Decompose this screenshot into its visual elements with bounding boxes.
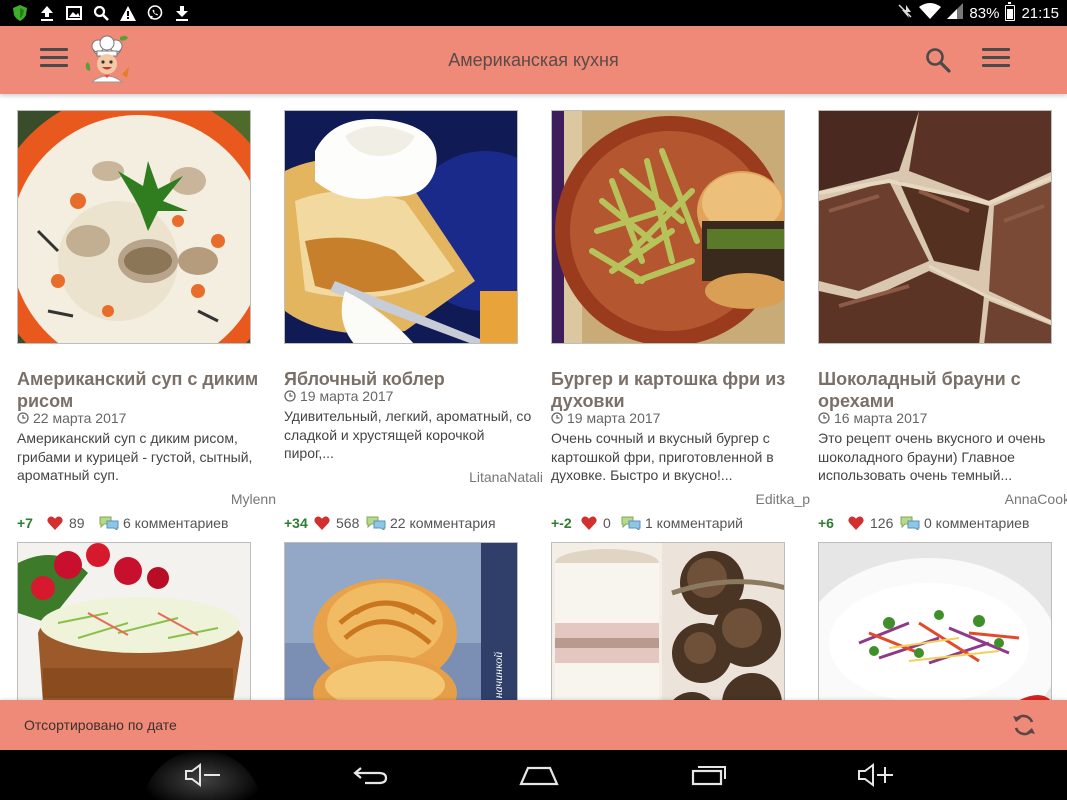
comments[interactable]: 22 комментария	[366, 515, 496, 531]
recipe-image[interactable]	[818, 110, 1052, 344]
likes-count: 0	[603, 515, 611, 531]
clock-icon	[818, 412, 830, 424]
comments[interactable]: 1 комментарий	[621, 515, 743, 531]
recipe-title[interactable]: Бургер и картошка фри из духовки	[551, 368, 801, 412]
recents-icon[interactable]	[689, 760, 729, 790]
photo-watermark: с шоколадной начинкой	[491, 543, 511, 700]
comments-count: 0 комментариев	[924, 515, 1030, 531]
recipe-image[interactable]	[17, 542, 251, 700]
recipe-title[interactable]: Американский суп с диким рисом	[17, 368, 267, 412]
sort-label: Отсортировано по дате	[24, 717, 177, 733]
recipe-description: Удивительный, легкий, ароматный, со слад…	[284, 408, 532, 461]
recipe-author[interactable]: Editka_p	[756, 491, 810, 507]
heart-icon	[47, 516, 63, 530]
recipe-image[interactable]	[551, 542, 785, 700]
clock: 21:15	[1021, 4, 1059, 22]
comments-icon	[99, 516, 119, 530]
recipe-description: Очень сочный и вкусный бургер с картошко…	[551, 430, 774, 483]
back-icon[interactable]	[350, 760, 390, 790]
comments-icon	[621, 516, 641, 530]
comments-icon	[900, 516, 920, 530]
recipe-stats: +34 568 22 комментария	[284, 514, 544, 532]
recipe-date: 19 марта 2017	[284, 388, 534, 404]
recipe-date-text: 16 марта 2017	[834, 410, 928, 426]
recipe-date: 22 марта 2017	[17, 410, 267, 426]
recipe-author[interactable]: Mylenn	[231, 491, 276, 507]
recipe-date-text: 22 марта 2017	[33, 410, 127, 426]
menu-icon[interactable]	[982, 48, 1010, 70]
search-icon	[93, 5, 109, 21]
comments[interactable]: 6 комментариев	[99, 515, 228, 531]
volume-up-icon[interactable]	[856, 760, 896, 790]
comments-count: 1 комментарий	[645, 515, 743, 531]
recipe-description: Это рецепт очень вкусного и очень шокола…	[818, 430, 1046, 483]
download-icon	[174, 5, 190, 21]
recipe-title[interactable]: Яблочный коблер	[284, 368, 534, 390]
wifi-icon	[919, 3, 942, 23]
recipe-stats: +6 126 0 комментариев	[818, 514, 1067, 532]
comments[interactable]: 0 комментариев	[900, 515, 1029, 531]
likes-count: 89	[69, 515, 85, 531]
recipe-image[interactable]	[17, 110, 251, 344]
comments-count: 6 комментариев	[123, 515, 229, 531]
upload-icon	[39, 5, 55, 21]
search-icon[interactable]	[924, 46, 952, 74]
recipe-date-text: 19 марта 2017	[300, 388, 394, 404]
recipe-date: 19 марта 2017	[551, 410, 801, 426]
clock-icon	[17, 412, 29, 424]
recipe-date: 16 марта 2017	[818, 410, 1067, 426]
recipe-rating: +-2	[551, 515, 572, 531]
recipe-image[interactable]	[284, 110, 518, 344]
comments-icon	[366, 516, 386, 530]
app-toolbar: Американская кухня	[0, 26, 1067, 94]
refresh-icon[interactable]	[1010, 711, 1038, 739]
battery-percent: 83%	[969, 4, 1000, 22]
recipe-image[interactable]	[551, 110, 785, 344]
clock-icon	[284, 390, 296, 402]
page-title: Американская кухня	[448, 50, 619, 70]
likes[interactable]: 126	[848, 515, 900, 531]
recipe-rating: +7	[17, 515, 33, 531]
battery-level	[1007, 9, 1014, 19]
mute-icon	[897, 3, 913, 23]
recipe-author[interactable]: LitanaNatali	[469, 469, 543, 485]
recipe-image[interactable]	[818, 542, 1052, 700]
recipe-stats: +-2 0 1 комментарий	[551, 514, 811, 532]
volume-down-icon[interactable]	[182, 760, 222, 790]
heart-icon	[581, 516, 597, 530]
likes[interactable]: 0	[581, 515, 621, 531]
comments-count: 22 комментария	[390, 515, 496, 531]
image-icon	[66, 5, 82, 21]
likes-count: 568	[336, 515, 360, 531]
clock-icon	[551, 412, 563, 424]
status-bar: 83% 21:15	[0, 0, 1067, 26]
recipe-stats: +7 89 6 комментариев	[17, 514, 277, 532]
likes[interactable]: 89	[47, 515, 99, 531]
signal-icon	[947, 3, 964, 23]
recipe-image[interactable]: с шоколадной начинкой	[284, 542, 518, 700]
viber-icon	[147, 5, 163, 21]
recipe-description: Американский суп с диким рисом, грибами …	[17, 430, 253, 483]
battery-icon	[1005, 2, 1016, 21]
shield-icon	[12, 5, 28, 21]
home-icon[interactable]	[519, 760, 559, 790]
likes-count: 126	[870, 515, 894, 531]
sort-bar: Отсортировано по дате	[0, 700, 1067, 750]
heart-icon	[314, 516, 330, 530]
recipe-grid: Американский суп с диким рисом 22 марта …	[0, 94, 1067, 700]
recipe-rating: +6	[818, 515, 834, 531]
system-nav-bar	[0, 750, 1067, 800]
recipe-rating: +34	[284, 515, 308, 531]
recipe-date-text: 19 марта 2017	[567, 410, 661, 426]
heart-icon	[848, 516, 864, 530]
screen: 83% 21:15 Американская кухня Американски…	[0, 0, 1067, 800]
recipe-title[interactable]: Шоколадный брауни с орехами	[818, 368, 1067, 412]
recipe-author[interactable]: AnnaCooks	[1005, 491, 1067, 507]
likes[interactable]: 568	[314, 515, 366, 531]
warning-icon	[120, 5, 136, 21]
